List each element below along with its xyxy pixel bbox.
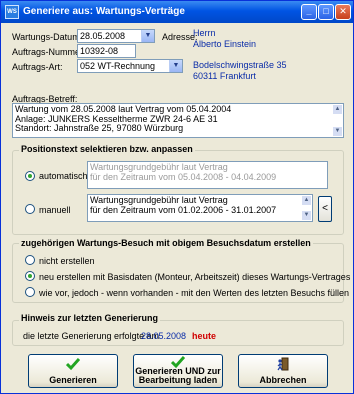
window-title: Generiere aus: Wartungs-Verträge (23, 6, 185, 17)
close-button[interactable]: ✕ (335, 4, 351, 20)
abbrechen-button[interactable]: Abbrechen (238, 354, 328, 388)
hinweis-title: Hinweis zur letzten Generierung (19, 313, 161, 323)
besuch-option-radio[interactable] (25, 255, 35, 265)
besuch-option-label[interactable]: neu erstellen mit Basisdaten (Monteur, A… (39, 272, 350, 282)
betreff-line: Standort: Jahnstraße 25, 97080 Würzburg (15, 123, 184, 133)
adresse-line: Herrn (193, 28, 216, 38)
automatisch-label[interactable]: automatisch (39, 171, 88, 181)
adresse-line: Bodelschwingstraße 35 (193, 60, 287, 70)
wartungs-datum-value: 28.05.2008 (80, 31, 126, 41)
adresse-line: Alberto Einstein (193, 38, 257, 49)
chevron-down-icon[interactable]: ▼ (169, 60, 182, 72)
auftrags-nummer-value: 10392-08 (80, 46, 119, 56)
wartungs-datum-field[interactable]: 28.05.2008 ▼ (77, 29, 155, 43)
adresse-box: Herrn Alberto Einstein Bodelschwingstraß… (193, 28, 343, 88)
scroll-down-icon[interactable]: ▼ (333, 127, 342, 136)
manuell-radio[interactable] (25, 204, 35, 214)
generieren-und-laden-label: Generieren UND zur Bearbeitung laden (134, 367, 222, 385)
auftrags-nummer-field[interactable]: 10392-08 (77, 44, 136, 58)
checkmark-icon (29, 357, 117, 371)
automatisch-text: Wartungsgrundgebühr laut Vertrag für den… (87, 161, 328, 189)
minimize-button[interactable]: _ (301, 4, 317, 20)
automatisch-line: für den Zeitraum vom 05.04.2008 - 04.04.… (90, 171, 277, 182)
besuch-option-label[interactable]: nicht erstellen (39, 256, 95, 266)
generieren-button[interactable]: Generieren (28, 354, 118, 388)
scroll-up-icon[interactable]: ▲ (333, 105, 342, 114)
positionstext-title: Positionstext selektieren bzw. anpassen (19, 144, 195, 154)
maximize-button[interactable]: □ (318, 4, 334, 20)
manuell-textarea[interactable]: Wartungsgrundgebühr laut Vertrag für den… (87, 194, 313, 222)
copy-text-arrow-button[interactable]: < (318, 196, 332, 222)
auftrags-nummer-label: Auftrags-Nummer: (12, 47, 86, 57)
adresse-line: 60311 Frankfurt (193, 70, 256, 81)
auftrags-betreff-textarea[interactable]: Wartung vom 28.05.2008 laut Vertrag vom … (12, 103, 344, 138)
manuell-label[interactable]: manuell (39, 205, 71, 215)
besuch-option-label[interactable]: wie vor, jedoch - wenn vorhanden - mit d… (39, 288, 349, 298)
arrow-left-icon: < (322, 203, 328, 214)
heute-label: heute (192, 331, 217, 341)
besuch-option-radio[interactable] (25, 287, 35, 297)
calendar-dropdown-icon[interactable]: ▼ (141, 30, 154, 42)
last-generation-date: 28.05.2008 (141, 331, 187, 341)
auftrags-art-label: Auftrags-Art: (12, 62, 63, 72)
auftrags-art-select[interactable]: 052 WT-Rechnung ▼ (77, 59, 183, 73)
besuch-title: zugehörigen Wartungs-Besuch mit obigem B… (19, 238, 313, 248)
hinweis-text: die letzte Generierung erfolgte am (23, 331, 160, 341)
wartungs-datum-label: Wartungs-Datum: (12, 32, 83, 42)
title-bar[interactable]: WS Generiere aus: Wartungs-Verträge _ □ … (1, 1, 353, 23)
scroll-up-icon[interactable]: ▲ (302, 196, 311, 205)
app-icon: WS (5, 5, 19, 19)
manuell-line: für den Zeitraum vom 01.02.2006 - 31.01.… (90, 204, 277, 215)
generieren-und-laden-line2: Bearbeitung laden (138, 375, 218, 385)
abbrechen-label: Abbrechen (259, 375, 307, 385)
generieren-label: Generieren (49, 375, 97, 385)
besuch-option-radio[interactable] (25, 271, 35, 281)
auftrags-art-value: 052 WT-Rechnung (80, 61, 156, 71)
exit-door-icon (239, 357, 327, 371)
generieren-und-laden-button[interactable]: Generieren UND zur Bearbeitung laden (133, 354, 223, 388)
dialog-window: WS Generiere aus: Wartungs-Verträge _ □ … (0, 0, 354, 394)
automatisch-radio[interactable] (25, 171, 35, 181)
scroll-down-icon[interactable]: ▼ (302, 211, 311, 220)
